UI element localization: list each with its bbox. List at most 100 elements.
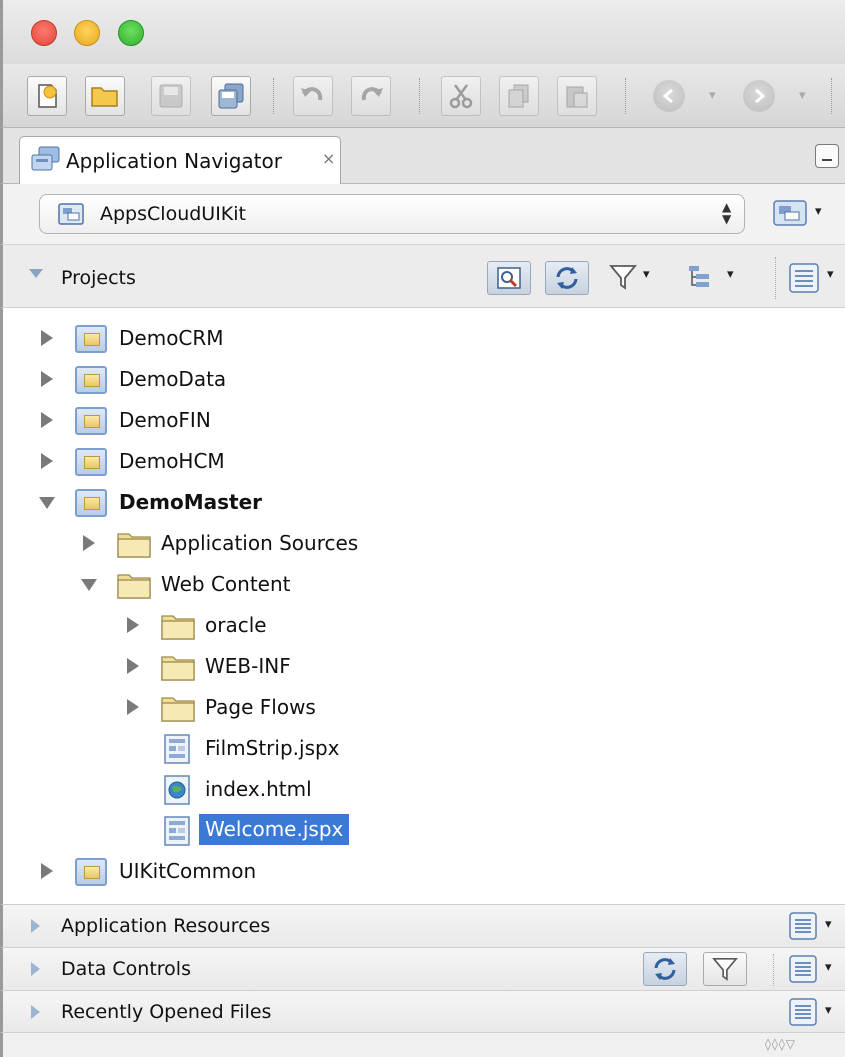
tree-node-label-selected: Welcome.jspx [199, 814, 350, 845]
header-separator [773, 954, 775, 986]
open-folder-icon [91, 87, 118, 107]
folder-icon [117, 574, 151, 599]
tree-node-page-flows[interactable]: Page Flows [3, 688, 845, 728]
cut-button[interactable] [441, 76, 481, 116]
tree-node-welcome-jspx[interactable]: Welcome.jspx [3, 811, 845, 851]
minimize-panel-button[interactable] [815, 144, 839, 168]
back-button[interactable] [653, 80, 685, 112]
tree-node-demofin[interactable]: DemoFIN [3, 401, 845, 441]
copy-button[interactable] [499, 76, 539, 116]
collapse-triangle-icon[interactable] [29, 269, 43, 278]
tree-node-index-html[interactable]: index.html [3, 770, 845, 810]
tree-node-filmstrip-jspx[interactable]: FilmStrip.jspx [3, 729, 845, 769]
expand-arrow-icon[interactable] [41, 371, 53, 387]
select-arrows-icon: ▲ ▼ [722, 200, 732, 226]
filter-data-controls-button[interactable] [703, 952, 747, 986]
undo-icon [301, 87, 323, 101]
tree-node-label: oracle [205, 613, 267, 637]
panel-menu-icon[interactable] [789, 263, 819, 293]
projects-title: Projects [61, 267, 136, 289]
expand-arrow-icon[interactable] [41, 453, 53, 469]
project-icon [75, 858, 107, 886]
window-zoom-button[interactable] [118, 20, 144, 46]
accordion-recently-opened-files[interactable]: Recently Opened Files ▾ [0, 990, 845, 1033]
redo-button[interactable] [351, 76, 391, 116]
tree-node-label: Application Sources [161, 531, 359, 555]
filter-icon[interactable] [609, 263, 637, 291]
find-button[interactable] [487, 261, 531, 295]
panel-menu-dropdown-icon[interactable]: ▾ [825, 960, 832, 975]
paste-button[interactable] [557, 76, 597, 116]
project-icon [75, 366, 107, 394]
expand-triangle-icon[interactable] [31, 962, 40, 976]
sync-button[interactable] [545, 261, 589, 295]
folder-icon [161, 656, 195, 681]
tree-node-demomaster[interactable]: DemoMaster [3, 483, 845, 523]
accordion-title: Recently Opened Files [61, 1001, 272, 1023]
resize-grip-icon[interactable]: ◊◊◊▽ [765, 1037, 796, 1051]
save-button[interactable] [151, 76, 191, 116]
application-menu-icon[interactable] [773, 200, 807, 226]
main-toolbar: ▾ ▾ [0, 64, 845, 128]
expand-arrow-icon[interactable] [41, 330, 53, 346]
tree-options-dropdown-icon[interactable]: ▾ [727, 267, 734, 282]
collapse-arrow-icon[interactable] [81, 579, 97, 591]
expand-triangle-icon[interactable] [31, 1005, 40, 1019]
forward-history-dropdown-icon[interactable]: ▾ [799, 88, 806, 103]
toolbar-separator [831, 78, 833, 114]
tree-node-demohcm[interactable]: DemoHCM [3, 442, 845, 482]
back-history-dropdown-icon[interactable]: ▾ [709, 88, 716, 103]
project-icon [75, 407, 107, 435]
panel-menu-dropdown-icon[interactable]: ▾ [827, 267, 834, 282]
panel-menu-dropdown-icon[interactable]: ▾ [825, 917, 832, 932]
project-icon [75, 489, 107, 517]
projects-panel-header[interactable]: Projects ▾ ▾ ▾ [0, 244, 845, 308]
panel-menu-dropdown-icon[interactable]: ▾ [825, 1003, 832, 1018]
tree-node-web-inf[interactable]: WEB-INF [3, 647, 845, 687]
tree-options-icon[interactable] [687, 263, 719, 291]
expand-arrow-icon[interactable] [41, 863, 53, 879]
tree-node-label: DemoMaster [119, 490, 263, 514]
accordion-data-controls[interactable]: Data Controls ▾ [0, 947, 845, 990]
tree-node-label: DemoData [119, 367, 227, 391]
expand-arrow-icon[interactable] [127, 617, 139, 633]
tree-node-demodata[interactable]: DemoData [3, 360, 845, 400]
expand-arrow-icon[interactable] [127, 699, 139, 715]
window-minimize-button[interactable] [74, 20, 100, 46]
folder-icon [161, 697, 195, 722]
save-all-icon [218, 83, 244, 109]
undo-button[interactable] [293, 76, 333, 116]
panel-menu-icon[interactable] [789, 912, 817, 940]
tab-close-icon[interactable]: × [322, 149, 335, 168]
forward-icon [755, 88, 766, 104]
expand-arrow-icon[interactable] [83, 535, 95, 551]
forward-button[interactable] [743, 80, 775, 112]
expand-triangle-icon[interactable] [31, 919, 40, 933]
refresh-data-controls-button[interactable] [643, 952, 687, 986]
application-select[interactable]: AppsCloudUIKit ▲ ▼ [39, 194, 745, 234]
expand-arrow-icon[interactable] [41, 412, 53, 428]
project-tree: DemoCRM DemoData DemoFIN DemoHCM DemoMas… [0, 308, 845, 908]
accordion-application-resources[interactable]: Application Resources ▾ [0, 904, 845, 947]
application-navigator-icon [31, 146, 60, 171]
collapse-arrow-icon[interactable] [39, 497, 55, 509]
tree-node-label: DemoHCM [119, 449, 225, 473]
expand-arrow-icon[interactable] [127, 658, 139, 674]
window-close-button[interactable] [31, 20, 57, 46]
panel-menu-icon[interactable] [789, 998, 817, 1026]
window-titlebar [0, 0, 845, 64]
tree-node-application-sources[interactable]: Application Sources [3, 524, 845, 564]
filter-dropdown-icon[interactable]: ▾ [643, 267, 650, 282]
tree-node-label: FilmStrip.jspx [205, 736, 340, 760]
open-button[interactable] [85, 76, 125, 116]
tree-node-oracle[interactable]: oracle [3, 606, 845, 646]
tree-node-uikitcommon[interactable]: UIKitCommon [3, 852, 845, 892]
save-all-button[interactable] [211, 76, 251, 116]
panel-menu-icon[interactable] [789, 955, 817, 983]
new-file-button[interactable] [27, 76, 67, 116]
tree-node-web-content[interactable]: Web Content [3, 565, 845, 605]
toolbar-separator [625, 78, 627, 114]
tree-node-democrm[interactable]: DemoCRM [3, 319, 845, 359]
tab-application-navigator[interactable]: Application Navigator × [19, 136, 341, 184]
application-menu-caret-icon[interactable]: ▾ [815, 204, 822, 219]
